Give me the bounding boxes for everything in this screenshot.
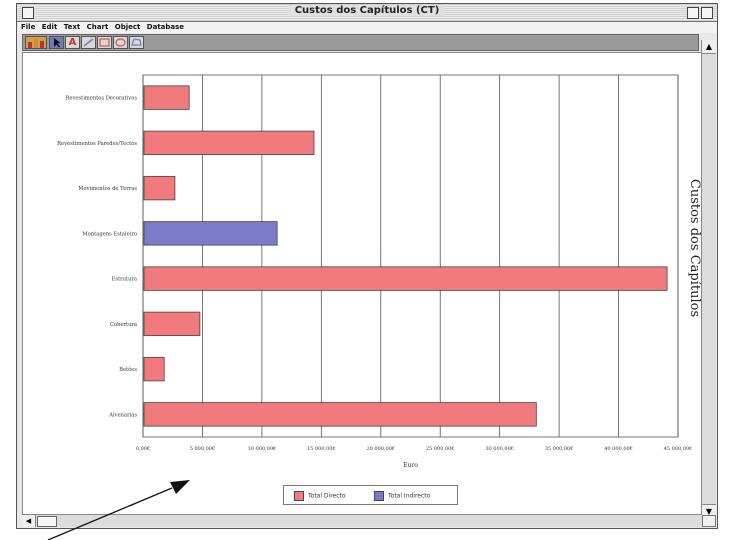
annotation-arrow xyxy=(47,480,190,540)
annotation-arrow-line xyxy=(47,487,173,540)
annotation-arrowhead-icon xyxy=(170,480,190,494)
